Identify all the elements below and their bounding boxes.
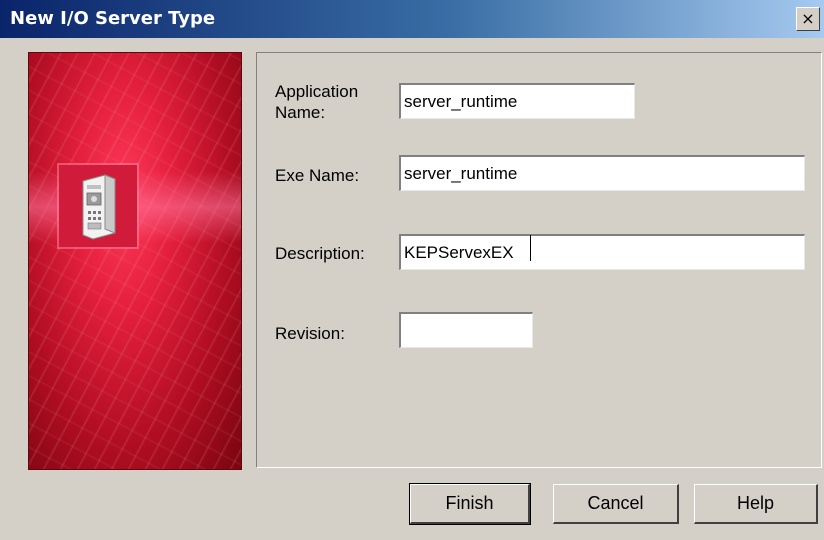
description-label: Description: bbox=[275, 244, 365, 263]
window-title: New I/O Server Type bbox=[10, 8, 216, 29]
close-button[interactable]: × bbox=[796, 7, 820, 31]
server-computer-icon bbox=[82, 174, 116, 240]
title-bar[interactable]: New I/O Server Type × bbox=[0, 0, 824, 38]
cancel-button[interactable]: Cancel bbox=[553, 484, 679, 524]
application-name-label: Application Name: bbox=[275, 82, 359, 122]
application-name-input[interactable] bbox=[399, 83, 635, 119]
help-button[interactable]: Help bbox=[694, 484, 818, 524]
revision-input[interactable] bbox=[399, 312, 533, 348]
revision-label: Revision: bbox=[275, 324, 345, 343]
server-tile bbox=[59, 165, 137, 247]
finish-button[interactable]: Finish bbox=[409, 483, 531, 525]
form-panel: Application Name: Exe Name: Description:… bbox=[256, 52, 822, 468]
wizard-banner-image bbox=[28, 52, 242, 470]
text-caret bbox=[530, 235, 531, 261]
description-input[interactable] bbox=[399, 234, 805, 270]
exe-name-input[interactable] bbox=[399, 155, 805, 191]
close-icon: × bbox=[801, 9, 815, 28]
exe-name-label: Exe Name: bbox=[275, 166, 360, 185]
